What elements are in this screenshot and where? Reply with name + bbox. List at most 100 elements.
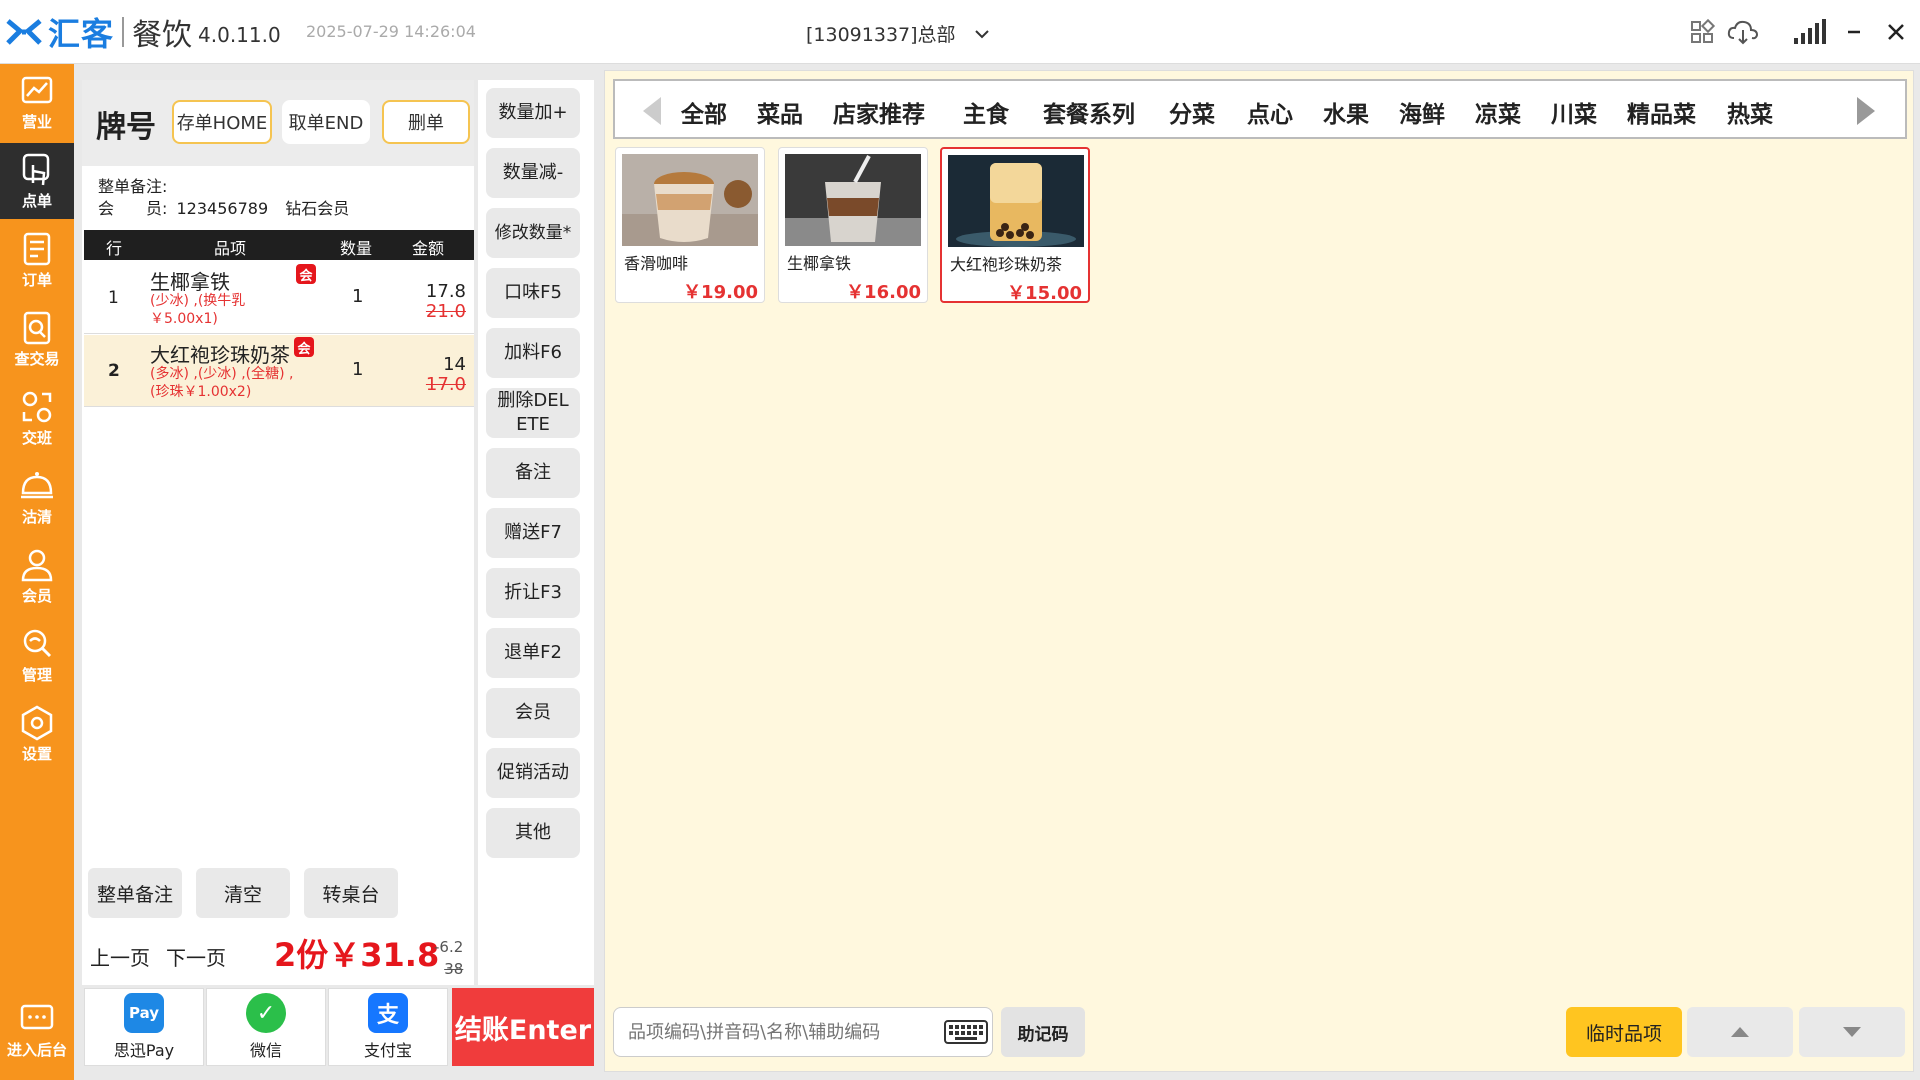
product-card[interactable]: 生椰拿铁 ￥16.00: [778, 147, 928, 303]
page-up-button[interactable]: [1687, 1007, 1793, 1057]
product-card[interactable]: 香滑咖啡 ￥19.00: [615, 147, 765, 303]
product-card[interactable]: 大红袍珍珠奶茶 ￥15.00: [940, 147, 1090, 304]
chart-icon: [21, 76, 53, 104]
edit-qty-button[interactable]: 修改数量*: [486, 208, 580, 258]
row-modifiers: (少冰) ,(换牛乳 ￥5.00x1): [150, 292, 320, 328]
row-original-price: 17.0: [425, 374, 466, 395]
sidebar-item-transactions[interactable]: 查交易: [0, 301, 74, 377]
category-tab[interactable]: 菜品: [757, 95, 803, 129]
menu-area: 全部 菜品 店家推荐 主食 套餐系列 分菜 点心 水果 海鲜 凉菜 川菜 精品菜…: [604, 70, 1914, 1072]
discount-button[interactable]: 折让F3: [486, 568, 580, 618]
sidebar-item-order[interactable]: 点单: [0, 143, 74, 219]
member-badge: 会: [294, 337, 314, 357]
category-tab[interactable]: 套餐系列: [1043, 95, 1135, 129]
sidebar-item-settings[interactable]: 设置: [0, 696, 74, 772]
sidebar-item-label: 设置: [21, 745, 52, 763]
sixun-pay-button[interactable]: Pay 思迅Pay: [84, 988, 204, 1066]
save-order-button[interactable]: 存单HOME: [172, 100, 272, 144]
temp-item-button[interactable]: 临时品项: [1566, 1007, 1682, 1057]
qty-minus-button[interactable]: 数量减-: [486, 148, 580, 198]
sidebar-item-label: 管理: [21, 666, 52, 684]
triangle-up-icon: [1731, 1027, 1749, 1037]
order-info: 整单备注: 会 员: 123456789 钻石会员: [98, 176, 349, 220]
category-tab[interactable]: 热菜: [1727, 95, 1773, 129]
return-button[interactable]: 退单F2: [486, 628, 580, 678]
promotion-button[interactable]: 促销活动: [486, 748, 580, 798]
sidebar-item-backend[interactable]: 进入后台: [0, 992, 74, 1068]
member-level: 钻石会员: [285, 199, 350, 218]
category-tab[interactable]: 凉菜: [1475, 95, 1521, 129]
row-item-name: 大红袍珍珠奶茶: [150, 343, 290, 367]
sidebar-item-orders[interactable]: 订单: [0, 222, 74, 298]
other-button[interactable]: 其他: [486, 808, 580, 858]
transfer-table-button[interactable]: 转桌台: [304, 868, 398, 918]
row-price: 17.8: [425, 281, 466, 302]
gear-icon: [21, 705, 53, 741]
sidebar-item-business[interactable]: 营业: [0, 64, 74, 140]
scroll-left-icon[interactable]: [643, 97, 661, 125]
close-icon[interactable]: [1882, 18, 1910, 46]
wrench-icon: [23, 629, 52, 658]
flavor-button[interactable]: 口味F5: [486, 268, 580, 318]
col-amount: 金额: [412, 239, 445, 258]
sidebar-item-label: 订单: [21, 271, 52, 289]
row-index: 2: [108, 361, 120, 381]
topping-button[interactable]: 加料F6: [486, 328, 580, 378]
take-order-button[interactable]: 取单END: [282, 100, 370, 144]
row-modifiers: (多冰) ,(少冰) ,(全糖) , (珍珠￥1.00x2): [150, 365, 320, 401]
category-tab[interactable]: 分菜: [1169, 95, 1215, 129]
payment-label: 思迅Pay: [113, 1041, 175, 1060]
app-logo: 汇客 餐饮 4.0.11.0: [6, 14, 281, 53]
mnemonic-button[interactable]: 助记码: [1001, 1007, 1085, 1057]
row-price: 14: [443, 354, 466, 375]
category-tab[interactable]: 川菜: [1551, 95, 1597, 129]
sidebar-item-member[interactable]: 会员: [0, 538, 74, 614]
category-tab[interactable]: 海鲜: [1399, 95, 1445, 129]
prev-page-link[interactable]: 上一页: [90, 942, 150, 971]
next-page-link[interactable]: 下一页: [166, 942, 226, 971]
page-down-button[interactable]: [1799, 1007, 1905, 1057]
user-icon: [21, 549, 53, 582]
qty-plus-button[interactable]: 数量加+: [486, 88, 580, 138]
store-selector[interactable]: [13091337]总部: [806, 20, 990, 47]
table-row[interactable]: 2 大红袍珍珠奶茶 会 (多冰) ,(少冰) ,(全糖) , (珍珠￥1.00x…: [84, 335, 474, 407]
table-row[interactable]: 1 生椰拿铁 会 (少冰) ,(换牛乳 ￥5.00x1) 1 17.8 21.0: [84, 262, 474, 334]
category-tab[interactable]: 店家推荐: [833, 95, 925, 129]
scroll-right-icon[interactable]: [1857, 97, 1875, 125]
category-tab[interactable]: 点心: [1247, 95, 1293, 129]
note-button[interactable]: 备注: [486, 448, 580, 498]
wechat-pay-button[interactable]: ✓ 微信: [206, 988, 326, 1066]
delete-item-button[interactable]: 删除DELETE: [486, 388, 580, 438]
wechat-icon: ✓: [246, 993, 286, 1033]
member-button[interactable]: 会员: [486, 688, 580, 738]
alipay-button[interactable]: 支 支付宝: [328, 988, 448, 1066]
search-input[interactable]: [628, 1021, 928, 1043]
category-bar: 全部 菜品 店家推荐 主食 套餐系列 分菜 点心 水果 海鲜 凉菜 川菜 精品菜…: [613, 79, 1907, 139]
gift-button[interactable]: 赠送F7: [486, 508, 580, 558]
search-box: [613, 1007, 993, 1057]
row-qty: 1: [352, 286, 364, 307]
brand-name: 汇客: [48, 15, 115, 53]
category-tab[interactable]: 水果: [1323, 95, 1369, 129]
alipay-icon: 支: [368, 993, 408, 1033]
sidebar-item-soldout[interactable]: 沽清: [0, 459, 74, 535]
minimize-icon[interactable]: [1840, 18, 1868, 46]
version: 4.0.11.0: [198, 23, 281, 47]
delete-order-button[interactable]: 删单: [382, 100, 470, 144]
row-index: 1: [108, 288, 119, 308]
modifier-line: ￥5.00x1): [150, 311, 218, 327]
pay-icon: Pay: [124, 993, 164, 1033]
checkout-button[interactable]: 结账Enter: [452, 988, 594, 1066]
category-tab[interactable]: 主食: [963, 95, 1009, 129]
order-remark-button[interactable]: 整单备注: [88, 868, 182, 918]
table-number-label[interactable]: 牌号: [96, 102, 156, 146]
sidebar-item-shift[interactable]: 交班: [0, 380, 74, 456]
category-tab[interactable]: 全部: [681, 95, 727, 129]
sidebar-item-manage[interactable]: 管理: [0, 617, 74, 693]
col-item: 品项: [214, 239, 247, 258]
clear-button[interactable]: 清空: [196, 868, 290, 918]
category-tab[interactable]: 精品菜: [1627, 95, 1696, 129]
keyboard-icon[interactable]: [944, 1020, 988, 1044]
apps-grid-icon[interactable]: [1688, 18, 1716, 46]
cloud-sync-icon[interactable]: [1726, 18, 1760, 46]
